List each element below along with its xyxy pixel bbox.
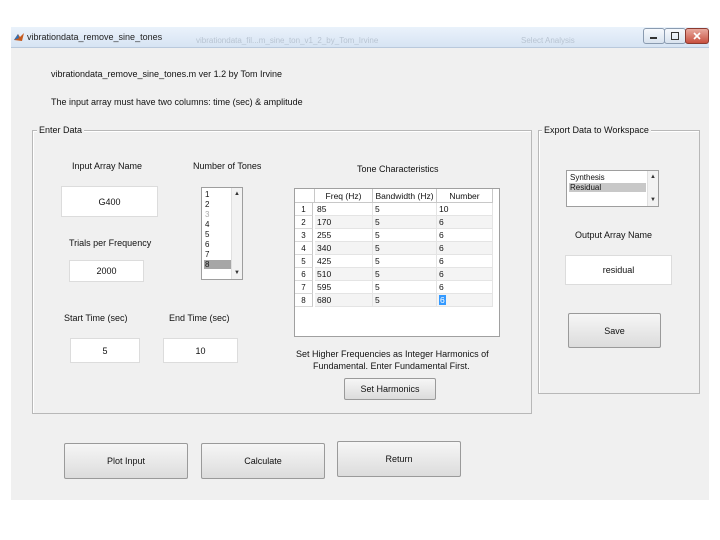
bandwidth-cell[interactable]: 5 bbox=[373, 216, 437, 229]
list-item[interactable]: 5 bbox=[204, 230, 231, 239]
number-cell[interactable]: 6 bbox=[437, 281, 493, 294]
close-button[interactable] bbox=[685, 28, 709, 44]
tone-characteristics-label: Tone Characteristics bbox=[357, 164, 439, 174]
freq-cell[interactable]: 255 bbox=[315, 229, 373, 242]
number-cell[interactable]: 10 bbox=[437, 203, 493, 216]
trials-field[interactable]: 2000 bbox=[69, 260, 144, 282]
trials-label: Trials per Frequency bbox=[69, 238, 152, 248]
bandwidth-cell[interactable]: 5 bbox=[373, 229, 437, 242]
return-button[interactable]: Return bbox=[337, 441, 461, 477]
list-item[interactable]: 4 bbox=[204, 220, 231, 229]
version-text: vibrationdata_remove_sine_tones.m ver 1.… bbox=[51, 69, 282, 79]
tone-table[interactable]: Freq (Hz) Bandwidth (Hz) Number 1 85 5 1… bbox=[294, 188, 500, 337]
number-cell[interactable]: 6 bbox=[437, 229, 493, 242]
enter-data-title: Enter Data bbox=[37, 125, 85, 135]
num-tones-label: Number of Tones bbox=[193, 161, 262, 171]
scroll-up-icon[interactable]: ▲ bbox=[234, 191, 240, 197]
table-corner bbox=[295, 189, 315, 203]
list-item[interactable]: 2 bbox=[204, 200, 231, 209]
background-window-text-2: Select Analysis bbox=[521, 36, 575, 45]
instruction-text: The input array must have two columns: t… bbox=[51, 97, 303, 107]
number-cell[interactable]: 6 bbox=[437, 255, 493, 268]
freq-cell[interactable]: 85 bbox=[315, 203, 373, 216]
harmonics-note-1: Set Higher Frequencies as Integer Harmon… bbox=[296, 349, 489, 359]
export-listbox[interactable]: Synthesis Residual ▲ ▼ bbox=[566, 170, 659, 207]
start-time-label: Start Time (sec) bbox=[64, 313, 128, 323]
bandwidth-cell[interactable]: 5 bbox=[373, 203, 437, 216]
list-item[interactable]: 3 bbox=[204, 210, 231, 219]
column-header-number[interactable]: Number bbox=[437, 189, 493, 203]
output-array-label: Output Array Name bbox=[575, 230, 653, 240]
num-tones-listbox[interactable]: 1 2 3 4 5 6 7 8 ▲ ▼ bbox=[201, 187, 243, 280]
bandwidth-cell[interactable]: 5 bbox=[373, 281, 437, 294]
list-item[interactable]: 7 bbox=[204, 250, 231, 259]
end-time-label: End Time (sec) bbox=[169, 313, 230, 323]
column-header-freq[interactable]: Freq (Hz) bbox=[315, 189, 373, 203]
end-time-field[interactable]: 10 bbox=[163, 338, 238, 363]
minimize-icon bbox=[650, 37, 657, 39]
minimize-button[interactable] bbox=[643, 28, 665, 44]
number-cell[interactable]: 6 bbox=[437, 216, 493, 229]
list-item-selected[interactable]: Residual bbox=[569, 183, 646, 192]
main-window: vibrationdata_remove_sine_tones vibratio… bbox=[11, 27, 709, 500]
list-item[interactable]: 1 bbox=[204, 190, 231, 199]
number-cell[interactable]: 6 bbox=[437, 268, 493, 281]
scroll-down-icon[interactable]: ▼ bbox=[650, 197, 656, 203]
close-icon bbox=[693, 32, 701, 40]
maximize-icon bbox=[671, 32, 679, 40]
freq-cell[interactable]: 680 bbox=[315, 294, 373, 307]
freq-cell[interactable]: 340 bbox=[315, 242, 373, 255]
maximize-button[interactable] bbox=[664, 28, 686, 44]
plot-input-button[interactable]: Plot Input bbox=[64, 443, 188, 479]
freq-cell[interactable]: 510 bbox=[315, 268, 373, 281]
bandwidth-cell[interactable]: 5 bbox=[373, 268, 437, 281]
number-cell-editing[interactable]: 6 bbox=[437, 294, 493, 307]
input-array-label: Input Array Name bbox=[72, 161, 143, 171]
column-header-bandwidth[interactable]: Bandwidth (Hz) bbox=[373, 189, 437, 203]
calculate-button[interactable]: Calculate bbox=[201, 443, 325, 479]
scroll-down-icon[interactable]: ▼ bbox=[234, 270, 240, 276]
freq-cell[interactable]: 425 bbox=[315, 255, 373, 268]
bandwidth-cell[interactable]: 5 bbox=[373, 294, 437, 307]
set-harmonics-button[interactable]: Set Harmonics bbox=[344, 378, 436, 400]
harmonics-note-2: Fundamental. Enter Fundamental First. bbox=[313, 361, 470, 371]
list-item-selected[interactable]: 8 bbox=[204, 260, 231, 269]
window-title: vibrationdata_remove_sine_tones bbox=[27, 32, 163, 42]
number-cell[interactable]: 6 bbox=[437, 242, 493, 255]
input-array-field[interactable]: G400 bbox=[61, 186, 158, 217]
bandwidth-cell[interactable]: 5 bbox=[373, 242, 437, 255]
list-item[interactable]: Synthesis bbox=[569, 173, 646, 182]
num-tones-scrollbar[interactable]: ▲ ▼ bbox=[231, 188, 242, 279]
export-title: Export Data to Workspace bbox=[542, 125, 651, 135]
list-item[interactable]: 6 bbox=[204, 240, 231, 249]
title-bar: vibrationdata_remove_sine_tones vibratio… bbox=[11, 27, 709, 48]
freq-cell[interactable]: 170 bbox=[315, 216, 373, 229]
matlab-icon bbox=[14, 33, 24, 41]
background-window-text: vibrationdata_fil...m_sine_ton_v1_2_by_T… bbox=[196, 36, 379, 45]
freq-cell[interactable]: 595 bbox=[315, 281, 373, 294]
save-button[interactable]: Save bbox=[568, 313, 661, 348]
output-array-field[interactable]: residual bbox=[565, 255, 672, 285]
editing-value[interactable]: 6 bbox=[439, 295, 446, 305]
start-time-field[interactable]: 5 bbox=[70, 338, 140, 363]
export-scrollbar[interactable]: ▲ ▼ bbox=[647, 171, 658, 206]
bandwidth-cell[interactable]: 5 bbox=[373, 255, 437, 268]
scroll-up-icon[interactable]: ▲ bbox=[650, 174, 656, 180]
